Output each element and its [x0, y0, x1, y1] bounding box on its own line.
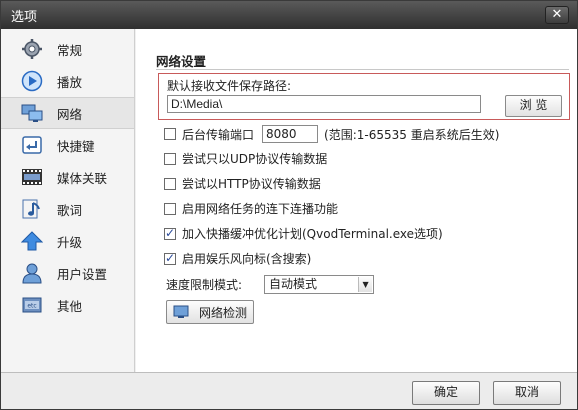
port-hint: (范围:1-65535 重启系统后生效): [324, 127, 500, 142]
option-row-http: 尝试以HTTP协议传输数据: [164, 175, 321, 192]
title-bar: 选项 ✕: [1, 1, 577, 29]
continuous-play-checkbox[interactable]: [164, 202, 176, 215]
sidebar: 常规 播放 网络 快捷键 媒体关联 歌词 升级 用户设置 etc 其他: [1, 29, 135, 374]
sidebar-item-label: 播放: [57, 74, 83, 90]
background-port-checkbox[interactable]: [164, 128, 176, 140]
option-row-udp: 尝试只以UDP协议传输数据: [164, 150, 327, 167]
entertainment-vane-label: 启用娱乐风向标(含搜索): [182, 252, 312, 266]
speed-limit-value: 自动模式: [269, 277, 318, 291]
option-row-buffer-optimization: 加入快播缓冲优化计划(QvodTerminal.exe选项): [164, 225, 443, 242]
network-icon: [21, 104, 43, 122]
cancel-button[interactable]: 取消: [493, 381, 561, 405]
buffer-optimization-label: 加入快播缓冲优化计划(QvodTerminal.exe选项): [182, 227, 443, 241]
ok-button[interactable]: 确定: [412, 381, 480, 405]
sidebar-item-label: 用户设置: [57, 266, 108, 282]
gear-icon: [22, 39, 42, 59]
buffer-optimization-checkbox[interactable]: [164, 226, 176, 240]
sidebar-item-playback[interactable]: 播放: [1, 65, 134, 97]
browse-button[interactable]: 浏 览: [505, 95, 562, 117]
http-label: 尝试以HTTP协议传输数据: [182, 177, 321, 191]
speed-limit-label: 速度限制模式:: [166, 278, 243, 292]
entertainment-vane-checkbox[interactable]: [164, 251, 176, 265]
background-port-label: 后台传输端口: [182, 127, 255, 142]
section-title: 网络设置: [156, 54, 207, 69]
option-row-continuous-play: 启用网络任务的连下连播功能: [164, 200, 338, 217]
sidebar-item-upgrade[interactable]: 升级: [1, 225, 134, 257]
sidebar-item-network[interactable]: 网络: [1, 97, 134, 129]
chevron-down-icon: ▼: [358, 277, 373, 292]
close-button[interactable]: ✕: [545, 6, 569, 24]
other-icon: etc: [22, 297, 42, 313]
save-path-label: 默认接收文件保存路径:: [167, 79, 292, 93]
background-port-row: 后台传输端口 8080 (范围:1-65535 重启系统后生效): [164, 125, 499, 143]
udp-only-checkbox[interactable]: [164, 152, 176, 165]
monitor-icon: [173, 305, 189, 318]
sidebar-item-label: 快捷键: [57, 138, 95, 154]
port-input[interactable]: 8080: [262, 125, 319, 143]
http-checkbox[interactable]: [164, 177, 176, 190]
network-settings-panel: 网络设置 默认接收文件保存路径: D:\Media\ 浏 览 后台传输端口 80…: [136, 29, 577, 374]
sidebar-item-general[interactable]: 常规: [1, 33, 134, 65]
sidebar-item-label: 网络: [57, 106, 83, 122]
upgrade-arrow-icon: [21, 231, 43, 251]
save-path-input[interactable]: D:\Media\: [167, 95, 481, 113]
dialog-footer: 确定 取消: [1, 372, 577, 409]
sidebar-item-label: 媒体关联: [57, 170, 108, 186]
sidebar-item-shortcuts[interactable]: 快捷键: [1, 129, 134, 161]
sidebar-item-label: 歌词: [57, 202, 83, 218]
sidebar-item-label: 常规: [57, 42, 83, 58]
section-divider: [156, 69, 569, 70]
option-row-entertainment: 启用娱乐风向标(含搜索): [164, 250, 311, 267]
speed-limit-row: 速度限制模式: 自动模式 ▼: [166, 275, 375, 294]
options-window: 选项 ✕ 常规 播放 网络 快捷键 媒体关联 歌词 升级 用户设置 etc 其他…: [0, 0, 578, 410]
sidebar-item-other[interactable]: etc 其他: [1, 289, 134, 321]
network-check-button[interactable]: 网络检测: [166, 300, 254, 324]
media-film-icon: [22, 169, 42, 185]
close-icon: ✕: [551, 7, 563, 22]
sidebar-item-label: 升级: [57, 234, 83, 250]
shortcut-key-icon: [22, 136, 42, 154]
sidebar-item-label: 其他: [57, 298, 83, 314]
continuous-play-label: 启用网络任务的连下连播功能: [182, 202, 339, 216]
sidebar-item-media-association[interactable]: 媒体关联: [1, 161, 134, 193]
speed-limit-select[interactable]: 自动模式 ▼: [264, 275, 375, 294]
sidebar-item-user-settings[interactable]: 用户设置: [1, 257, 134, 289]
lyrics-note-icon: [22, 199, 40, 219]
play-icon: [21, 70, 43, 92]
udp-only-label: 尝试只以UDP协议传输数据: [182, 152, 328, 166]
user-icon: [22, 263, 42, 284]
sidebar-item-lyrics[interactable]: 歌词: [1, 193, 134, 225]
window-title: 选项: [11, 9, 38, 25]
save-path-group: 默认接收文件保存路径: D:\Media\ 浏 览: [158, 73, 570, 120]
network-check-label: 网络检测: [199, 305, 248, 320]
svg-text:etc: etc: [27, 303, 36, 310]
